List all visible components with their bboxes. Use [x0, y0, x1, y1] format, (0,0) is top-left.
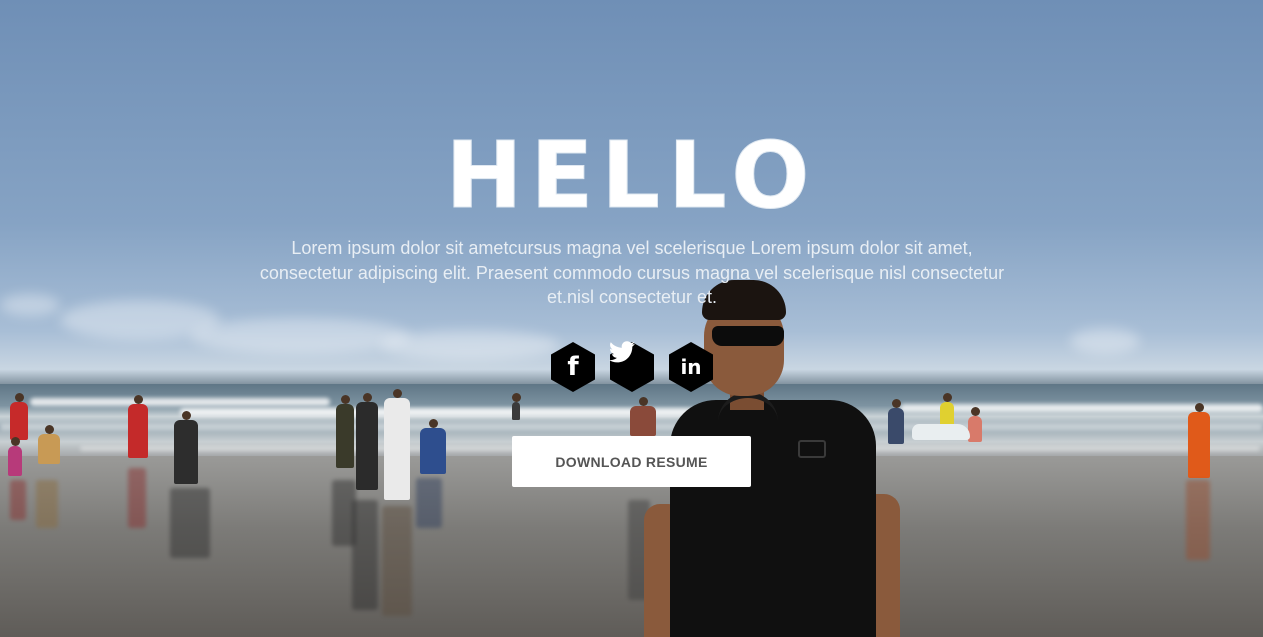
hero-heading: HELLO	[445, 122, 818, 229]
twitter-link[interactable]	[609, 341, 655, 393]
facebook-icon: f	[567, 352, 579, 382]
twitter-icon	[609, 341, 655, 393]
linkedin-icon: in	[680, 355, 702, 379]
linkedin-link[interactable]: in	[668, 341, 714, 393]
hero-intro-text: Lorem ipsum dolor sit ametcursus magna v…	[259, 238, 1005, 307]
facebook-link[interactable]: f	[550, 341, 596, 393]
social-links: f in	[550, 341, 714, 393]
download-resume-button[interactable]: DOWNLOAD RESUME	[512, 436, 751, 487]
hero-section: HELLO Lorem ipsum dolor sit ametcursus m…	[0, 0, 1263, 637]
